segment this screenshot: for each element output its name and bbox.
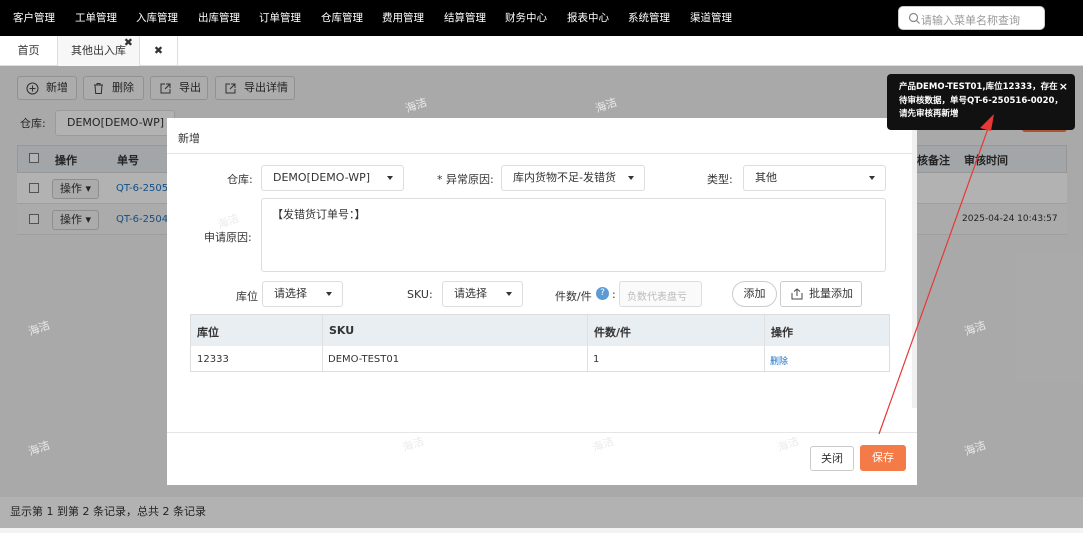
dialog-footer-divider [167,432,917,433]
menu-customer-management[interactable]: 客户管理 [13,10,55,25]
tab-close-icon[interactable]: ✖ [124,28,133,58]
delete-row-link[interactable]: 删除 [770,354,788,367]
search-icon [908,12,920,24]
batch-add-button[interactable]: 批量添加 [780,281,862,307]
menu-ticket-management[interactable]: 工单管理 [75,10,117,25]
menu-channel-management[interactable]: 渠道管理 [690,10,732,25]
close-button-label: 关闭 [821,452,843,465]
col-header-action: 操作 [771,326,793,339]
validation-tooltip: 产品DEMO-TEST01,库位12333，存在待审核数据，单号QT-6-250… [887,74,1075,130]
warehouse-select[interactable]: DEMO[DEMO-WP] [261,165,404,191]
add-dialog: 海洁 海洁 海洁 海洁 海洁 海洁 海洁 新增 仓库: DEMO[DEMO-WP… [167,118,917,485]
save-button-label: 保存 [872,451,894,464]
sku-table: 库位 SKU 件数/件 操作 12333 DEMO-TEST01 1 删除 [190,314,890,372]
menu-fee-management[interactable]: 费用管理 [382,10,424,25]
close-button[interactable]: 关闭 [810,446,854,471]
tab-home-label: 首页 [17,44,40,57]
sku-select[interactable]: 请选择 [442,281,523,307]
menu-finance-center[interactable]: 财务中心 [505,10,547,25]
dialog-title: 新增 [178,132,200,145]
cell-location: 12333 [197,354,229,365]
cell-sku: DEMO-TEST01 [328,354,400,365]
batch-add-button-label: 批量添加 [809,287,853,300]
chevron-down-icon [869,176,875,180]
menu-inbound-management[interactable]: 入库管理 [136,10,178,25]
sku-label: SKU: [407,288,433,301]
search-placeholder: 请输入菜单名称查询 [921,14,1020,27]
add-row-button[interactable]: 添加 [732,281,777,307]
help-icon[interactable]: ? [596,287,609,300]
chevron-down-icon [628,176,634,180]
close-all-tabs-icon[interactable]: ✖ [140,36,178,66]
tab-other-in-out[interactable]: 其他出入库 ✖ [58,36,140,66]
save-button[interactable]: 保存 [860,445,906,471]
col-divider [322,315,323,371]
quantity-label: 件数/件 [555,290,592,303]
quantity-colon: : [612,288,616,301]
col-header-sku: SKU [329,324,355,337]
quantity-input[interactable]: 负数代表盘亏 [619,281,702,307]
watermark: 海洁 [590,434,616,455]
page-tab-bar: 首页 其他出入库 ✖ ✖ [0,36,1083,66]
tab-other-in-out-label: 其他出入库 [71,44,126,57]
menu-order-management[interactable]: 订单管理 [259,10,301,25]
add-row-button-label: 添加 [743,287,766,300]
tooltip-message: 产品DEMO-TEST01,库位12333，存在待审核数据，单号QT-6-250… [899,82,1063,119]
chevron-down-icon [387,176,393,180]
exception-reason-label: * 异常原因: [437,173,494,186]
tab-home[interactable]: 首页 [0,36,58,66]
location-label: 库位 [236,290,258,303]
tooltip-close-icon[interactable]: × [1059,80,1068,94]
dialog-scrollbar[interactable] [912,118,917,408]
upload-icon [791,288,803,300]
chevron-down-icon [326,292,332,296]
menu-report-center[interactable]: 报表中心 [567,10,609,25]
type-select[interactable]: 其他 [743,165,886,191]
apply-reason-label: 申请原因: [204,231,252,244]
col-divider [587,315,588,371]
location-select[interactable]: 请选择 [262,281,343,307]
sku-value: 请选择 [454,287,487,300]
apply-reason-textarea[interactable]: 【发错货订单号：】 [261,198,886,272]
watermark: 海洁 [775,434,801,455]
type-value: 其他 [755,171,777,184]
location-value: 请选择 [274,287,307,300]
dialog-title-divider [167,153,917,154]
exception-reason-select[interactable]: 库内货物不足-发错货 [501,165,645,191]
menu-warehouse-management[interactable]: 仓库管理 [321,10,363,25]
quantity-placeholder: 负数代表盘亏 [627,292,687,303]
col-header-quantity: 件数/件 [594,326,632,339]
cell-quantity: 1 [593,354,600,365]
watermark: 海洁 [400,434,426,455]
menu-settlement-management[interactable]: 结算管理 [444,10,486,25]
col-header-location: 库位 [197,326,219,339]
type-label: 类型: [707,173,733,186]
menu-system-management[interactable]: 系统管理 [628,10,670,25]
exception-reason-value: 库内货物不足-发错货 [513,171,616,184]
col-divider [764,315,765,371]
warehouse-value: DEMO[DEMO-WP] [273,171,371,184]
menu-search-input[interactable]: 请输入菜单名称查询 [898,6,1045,30]
chevron-down-icon [506,292,512,296]
warehouse-label: 仓库: [227,173,253,186]
menu-outbound-management[interactable]: 出库管理 [198,10,240,25]
apply-reason-text: 【发错货订单号：】 [272,208,366,221]
